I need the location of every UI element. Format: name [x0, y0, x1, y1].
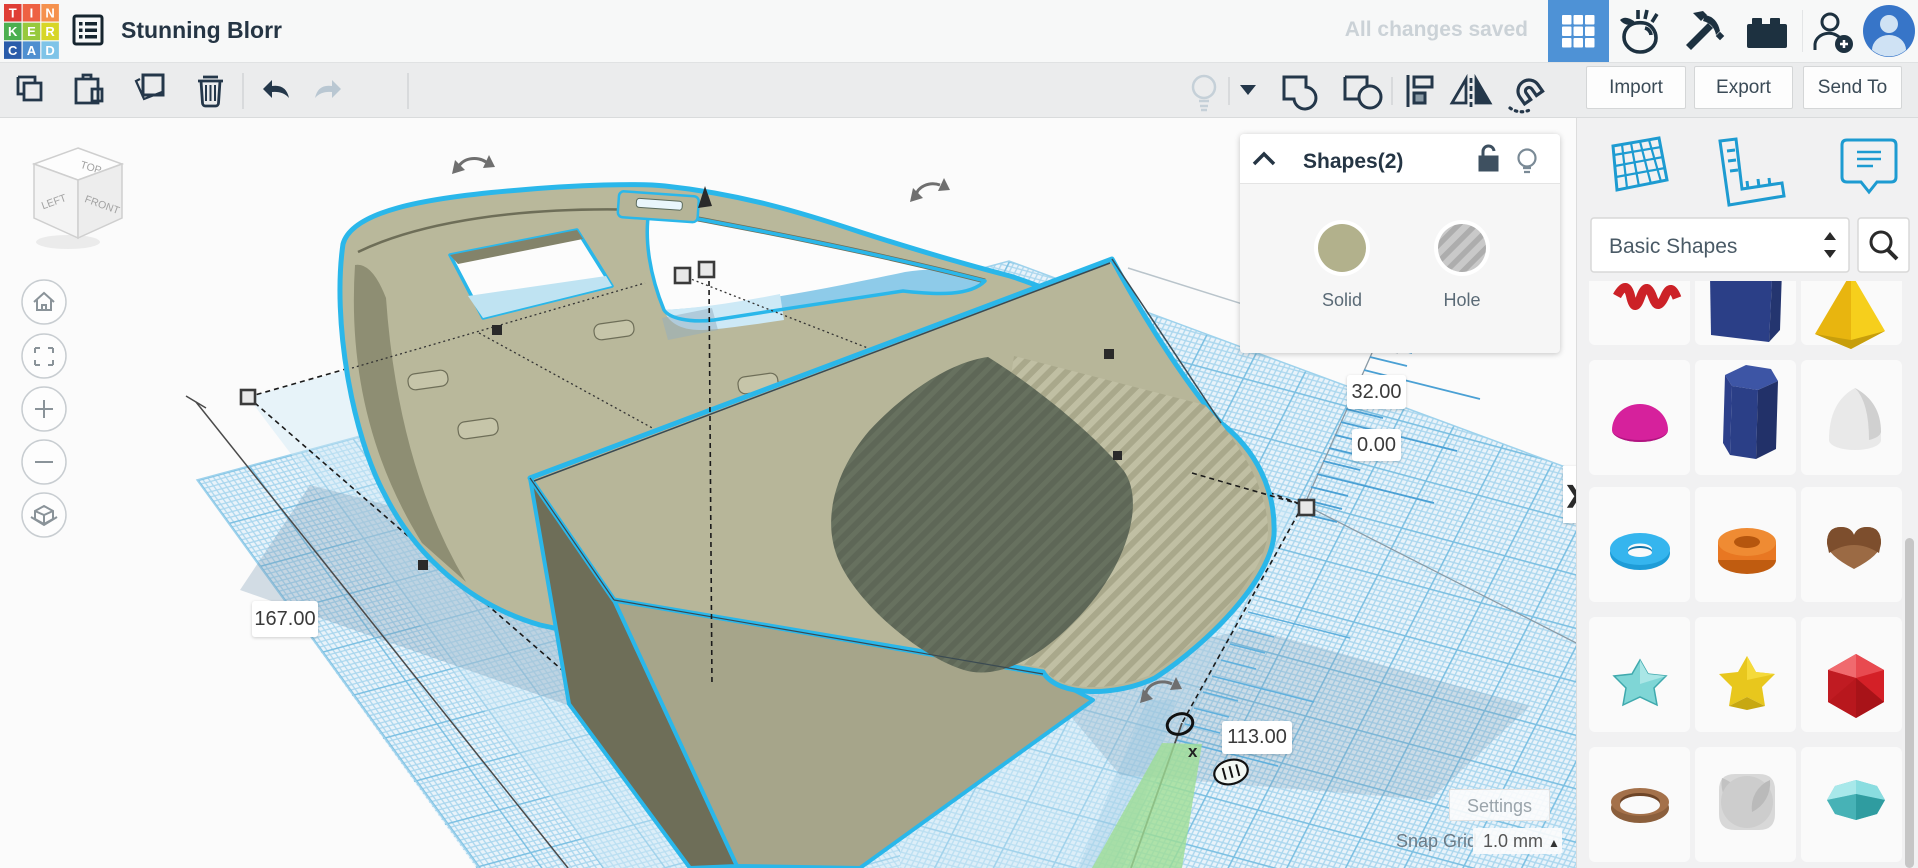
svg-text:Hole: Hole — [1443, 290, 1480, 310]
svg-text:D: D — [45, 43, 54, 58]
svg-text:N: N — [45, 6, 54, 21]
svg-text:R: R — [45, 24, 55, 39]
svg-text:Basic Shapes: Basic Shapes — [1609, 235, 1737, 258]
svg-text:T: T — [9, 6, 17, 21]
svg-text:I: I — [30, 6, 34, 21]
svg-text:Solid: Solid — [1322, 290, 1362, 310]
svg-text:A: A — [27, 43, 37, 58]
svg-text:Shapes(2): Shapes(2) — [1303, 150, 1403, 173]
svg-text:x: x — [1188, 742, 1198, 761]
svg-text:E: E — [27, 24, 36, 39]
svg-text:K: K — [8, 24, 18, 39]
svg-text:C: C — [8, 43, 18, 58]
